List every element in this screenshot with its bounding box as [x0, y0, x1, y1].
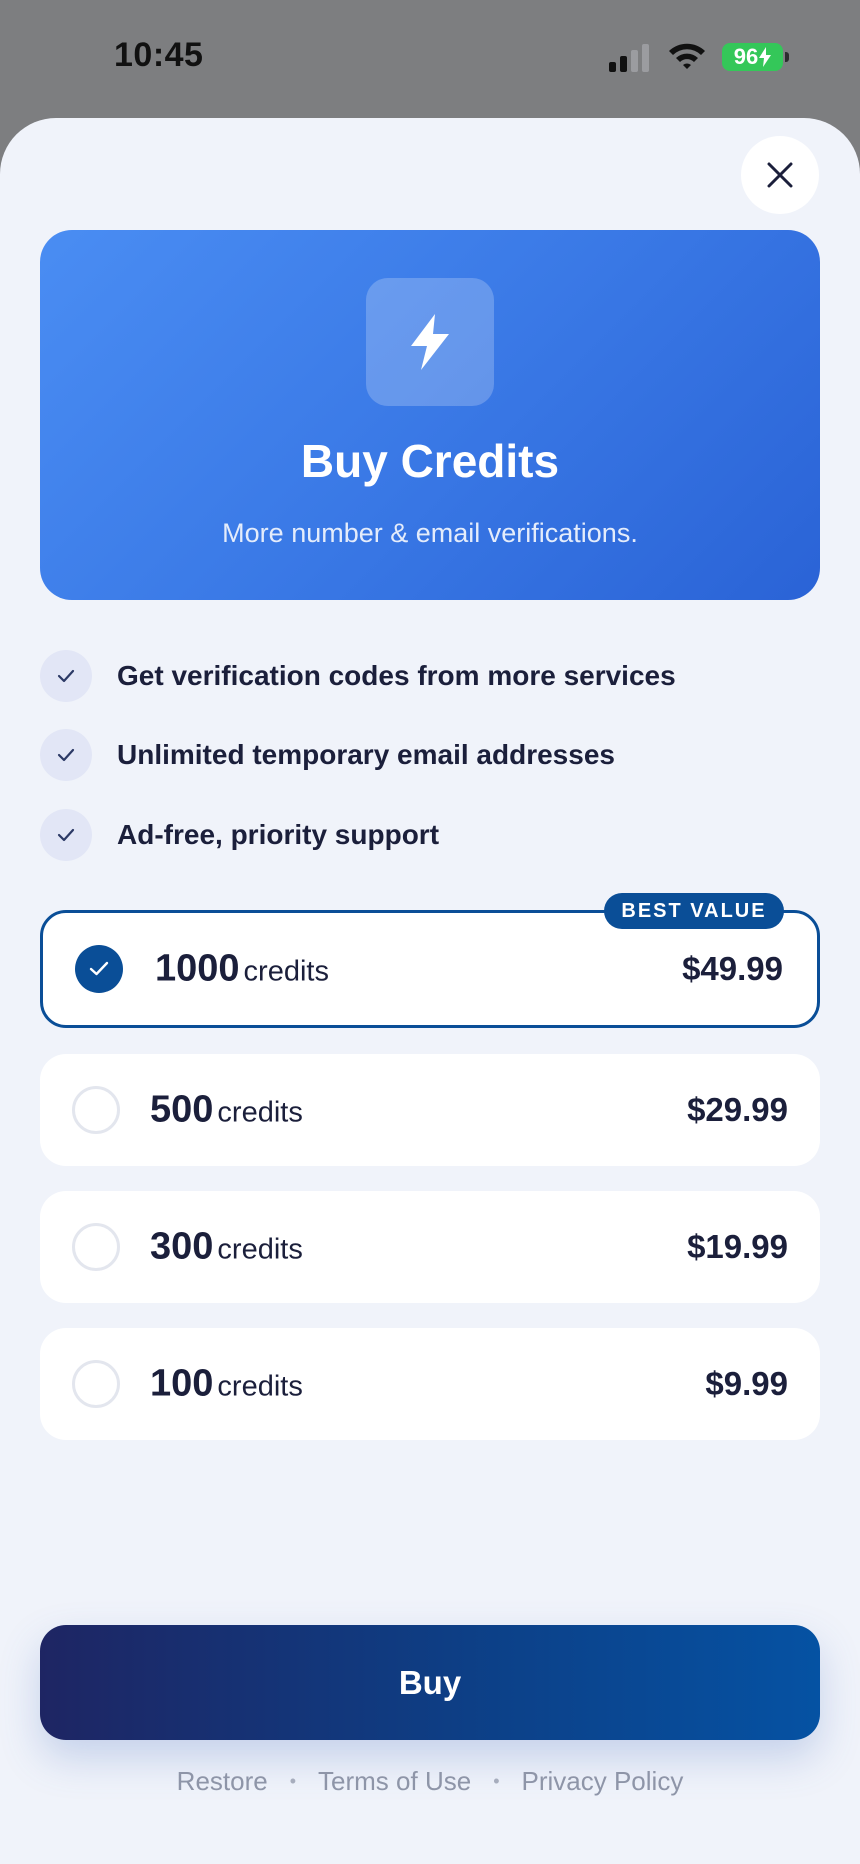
plan-price: $29.99	[687, 1091, 788, 1128]
restore-link[interactable]: Restore	[177, 1766, 268, 1797]
feature-text: Ad-free, priority support	[117, 819, 440, 850]
page-subtitle: More number & email verifications.	[222, 518, 638, 548]
radio-unselected[interactable]	[72, 1086, 120, 1134]
radio-unselected[interactable]	[72, 1360, 120, 1408]
hero-card: Buy Credits More number & email verifica…	[40, 230, 820, 600]
feature-check	[40, 650, 92, 702]
checkmark-icon	[89, 961, 109, 976]
separator-dot: •	[289, 1770, 297, 1791]
feature-text: Unlimited temporary email addresses	[117, 739, 615, 770]
plan-unit: credits	[243, 955, 329, 988]
plan-amount: 500	[150, 1088, 214, 1131]
plan-unit: credits	[217, 1096, 303, 1129]
page-title: Buy Credits	[300, 435, 560, 487]
plan-unit: credits	[217, 1370, 303, 1403]
feature-item: Unlimited temporary email addresses	[40, 729, 800, 781]
plan-option-500[interactable]: 500 credits $29.99	[40, 1054, 820, 1166]
plan-unit: credits	[217, 1233, 303, 1266]
radio-selected[interactable]	[75, 945, 123, 993]
plan-label: 300 credits	[150, 1226, 303, 1269]
feature-item: Ad-free, priority support	[40, 809, 800, 861]
status-time: 10:45	[114, 36, 204, 74]
close-button[interactable]	[741, 136, 819, 214]
lightning-bolt-icon	[411, 314, 449, 370]
footer-links: Restore • Terms of Use • Privacy Policy	[0, 1762, 860, 1800]
feature-check	[40, 809, 92, 861]
battery-charging-icon	[759, 47, 772, 67]
battery-indicator: 96	[722, 43, 783, 71]
close-icon	[767, 162, 793, 188]
checkmark-icon	[57, 669, 75, 683]
feature-check	[40, 729, 92, 781]
plan-amount: 300	[150, 1225, 214, 1268]
plan-label: 1000 credits	[155, 948, 329, 991]
buy-button[interactable]: Buy	[40, 1625, 820, 1740]
terms-link[interactable]: Terms of Use	[318, 1766, 471, 1797]
plan-option-100[interactable]: 100 credits $9.99	[40, 1328, 820, 1440]
feature-item: Get verification codes from more service…	[40, 650, 800, 702]
checkmark-icon	[57, 748, 75, 762]
hero-icon-tile	[366, 278, 494, 406]
status-bar: 10:45 96	[0, 0, 860, 118]
plan-price: $49.99	[682, 950, 783, 987]
best-value-badge: BEST VALUE	[604, 893, 784, 929]
plan-label: 100 credits	[150, 1363, 303, 1406]
plan-price: $19.99	[687, 1228, 788, 1265]
separator-dot: •	[493, 1770, 500, 1791]
battery-cap	[785, 52, 789, 62]
cellular-signal-icon	[609, 44, 649, 72]
plan-label: 500 credits	[150, 1089, 303, 1132]
checkmark-icon	[57, 828, 75, 842]
plan-amount: 1000	[155, 947, 240, 990]
privacy-link[interactable]: Privacy Policy	[522, 1766, 684, 1797]
wifi-icon	[669, 43, 705, 69]
feature-text: Get verification codes from more service…	[117, 660, 676, 691]
radio-unselected[interactable]	[72, 1223, 120, 1271]
plan-option-300[interactable]: 300 credits $19.99	[40, 1191, 820, 1303]
plan-amount: 100	[150, 1362, 214, 1405]
plan-price: $9.99	[705, 1365, 788, 1402]
battery-level: 96	[733, 44, 759, 69]
